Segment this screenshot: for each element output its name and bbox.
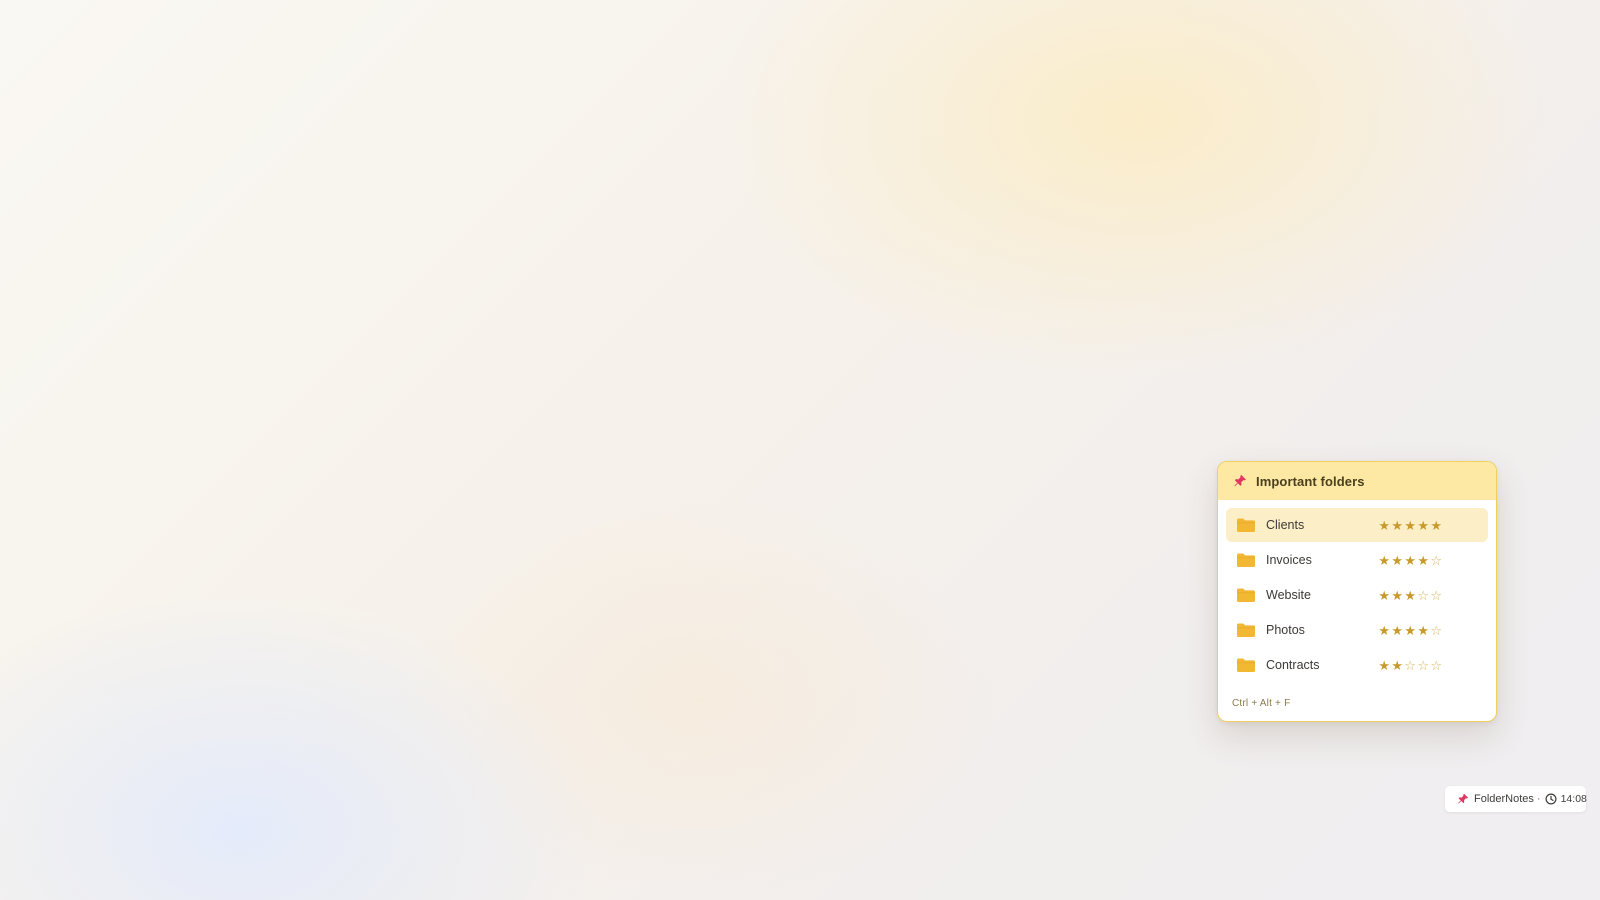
- folder-name: Clients: [1266, 518, 1305, 532]
- folder-icon: [1236, 622, 1256, 638]
- tray-badge[interactable]: FolderNotes · 14:08: [1445, 786, 1587, 812]
- star-filled-icon[interactable]: ★: [1417, 554, 1430, 567]
- star-rating[interactable]: ★ ★ ★ ☆ ☆: [1378, 589, 1443, 602]
- star-rating[interactable]: ★ ★ ★ ★ ☆: [1378, 624, 1443, 637]
- folder-row-contracts[interactable]: Contracts ★ ★ ☆ ☆ ☆: [1226, 648, 1488, 682]
- star-filled-icon[interactable]: ★: [1378, 554, 1391, 567]
- folder-row-clients[interactable]: Clients ★ ★ ★ ★ ★: [1226, 508, 1488, 542]
- shortcut-hint: Ctrl + Alt + F: [1232, 698, 1291, 709]
- folder-name: Invoices: [1266, 553, 1312, 567]
- star-filled-icon[interactable]: ★: [1404, 519, 1417, 532]
- star-filled-icon[interactable]: ★: [1391, 659, 1404, 672]
- star-filled-icon[interactable]: ★: [1417, 519, 1430, 532]
- star-filled-icon[interactable]: ★: [1404, 624, 1417, 637]
- widget-header: Important folders: [1218, 462, 1496, 500]
- folder-name: Photos: [1266, 623, 1305, 637]
- star-empty-icon[interactable]: ☆: [1430, 624, 1443, 637]
- important-folders-widget: Important folders Clients ★ ★ ★ ★ ★ Invoices…: [1217, 461, 1497, 722]
- pin-icon: [1233, 474, 1247, 488]
- folder-row-website[interactable]: Website ★ ★ ★ ☆ ☆: [1226, 578, 1488, 612]
- star-empty-icon[interactable]: ☆: [1404, 659, 1417, 672]
- folder-name: Contracts: [1266, 658, 1320, 672]
- star-empty-icon[interactable]: ☆: [1417, 659, 1430, 672]
- star-filled-icon[interactable]: ★: [1378, 519, 1391, 532]
- pin-icon: [1457, 793, 1469, 805]
- star-filled-icon[interactable]: ★: [1391, 519, 1404, 532]
- star-filled-icon[interactable]: ★: [1430, 519, 1443, 532]
- folder-row-photos[interactable]: Photos ★ ★ ★ ★ ☆: [1226, 613, 1488, 647]
- star-rating[interactable]: ★ ★ ★ ★ ★: [1378, 519, 1443, 532]
- star-filled-icon[interactable]: ★: [1391, 589, 1404, 602]
- folder-name: Website: [1266, 588, 1311, 602]
- star-filled-icon[interactable]: ★: [1417, 624, 1430, 637]
- star-empty-icon[interactable]: ☆: [1430, 589, 1443, 602]
- star-rating[interactable]: ★ ★ ★ ★ ☆: [1378, 554, 1443, 567]
- folder-icon: [1236, 517, 1256, 533]
- star-rating[interactable]: ★ ★ ☆ ☆ ☆: [1378, 659, 1443, 672]
- star-filled-icon[interactable]: ★: [1378, 589, 1391, 602]
- star-filled-icon[interactable]: ★: [1378, 624, 1391, 637]
- star-empty-icon[interactable]: ☆: [1417, 589, 1430, 602]
- star-filled-icon[interactable]: ★: [1391, 554, 1404, 567]
- folder-list: Clients ★ ★ ★ ★ ★ Invoices ★ ★ ★ ★ ☆ Website ★ ★ ★…: [1218, 500, 1496, 682]
- tray-time: 14:08: [1560, 793, 1587, 805]
- star-empty-icon[interactable]: ☆: [1430, 659, 1443, 672]
- star-filled-icon[interactable]: ★: [1391, 624, 1404, 637]
- folder-icon: [1236, 657, 1256, 673]
- widget-title: Important folders: [1256, 473, 1365, 489]
- star-empty-icon[interactable]: ☆: [1430, 554, 1443, 567]
- folder-row-invoices[interactable]: Invoices ★ ★ ★ ★ ☆: [1226, 543, 1488, 577]
- folder-icon: [1236, 587, 1256, 603]
- star-filled-icon[interactable]: ★: [1378, 659, 1391, 672]
- star-filled-icon[interactable]: ★: [1404, 589, 1417, 602]
- clock-icon: [1545, 793, 1557, 805]
- folder-icon: [1236, 552, 1256, 568]
- tray-separator: ·: [1536, 793, 1541, 805]
- star-filled-icon[interactable]: ★: [1404, 554, 1417, 567]
- tray-app-name: FolderNotes: [1474, 793, 1534, 805]
